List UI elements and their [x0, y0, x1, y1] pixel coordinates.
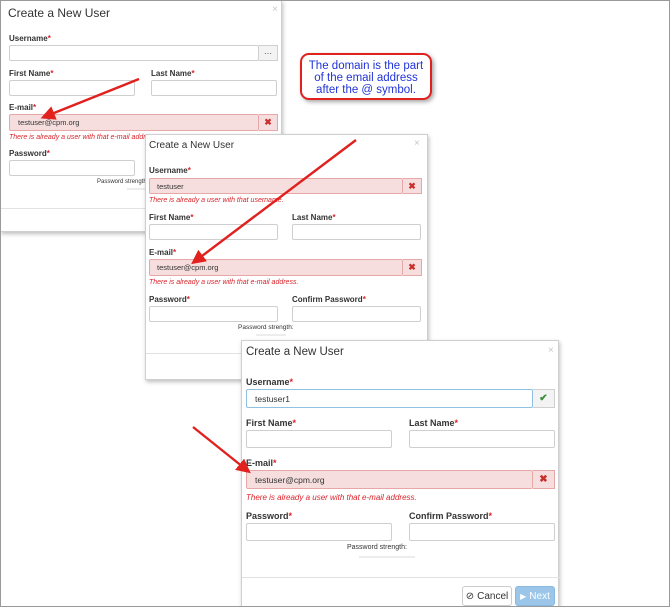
callout-line-2: of the email address [314, 72, 418, 84]
callout-line-3: after the @ symbol. [316, 84, 416, 96]
arrow-to-email-2 [191, 139, 357, 265]
callout-line-1: The domain is the part [308, 60, 424, 72]
domain-callout: The domain is the part of the email addr… [300, 53, 432, 100]
arrow-to-email-3 [192, 426, 251, 474]
arrow-to-email-1 [40, 77, 140, 120]
